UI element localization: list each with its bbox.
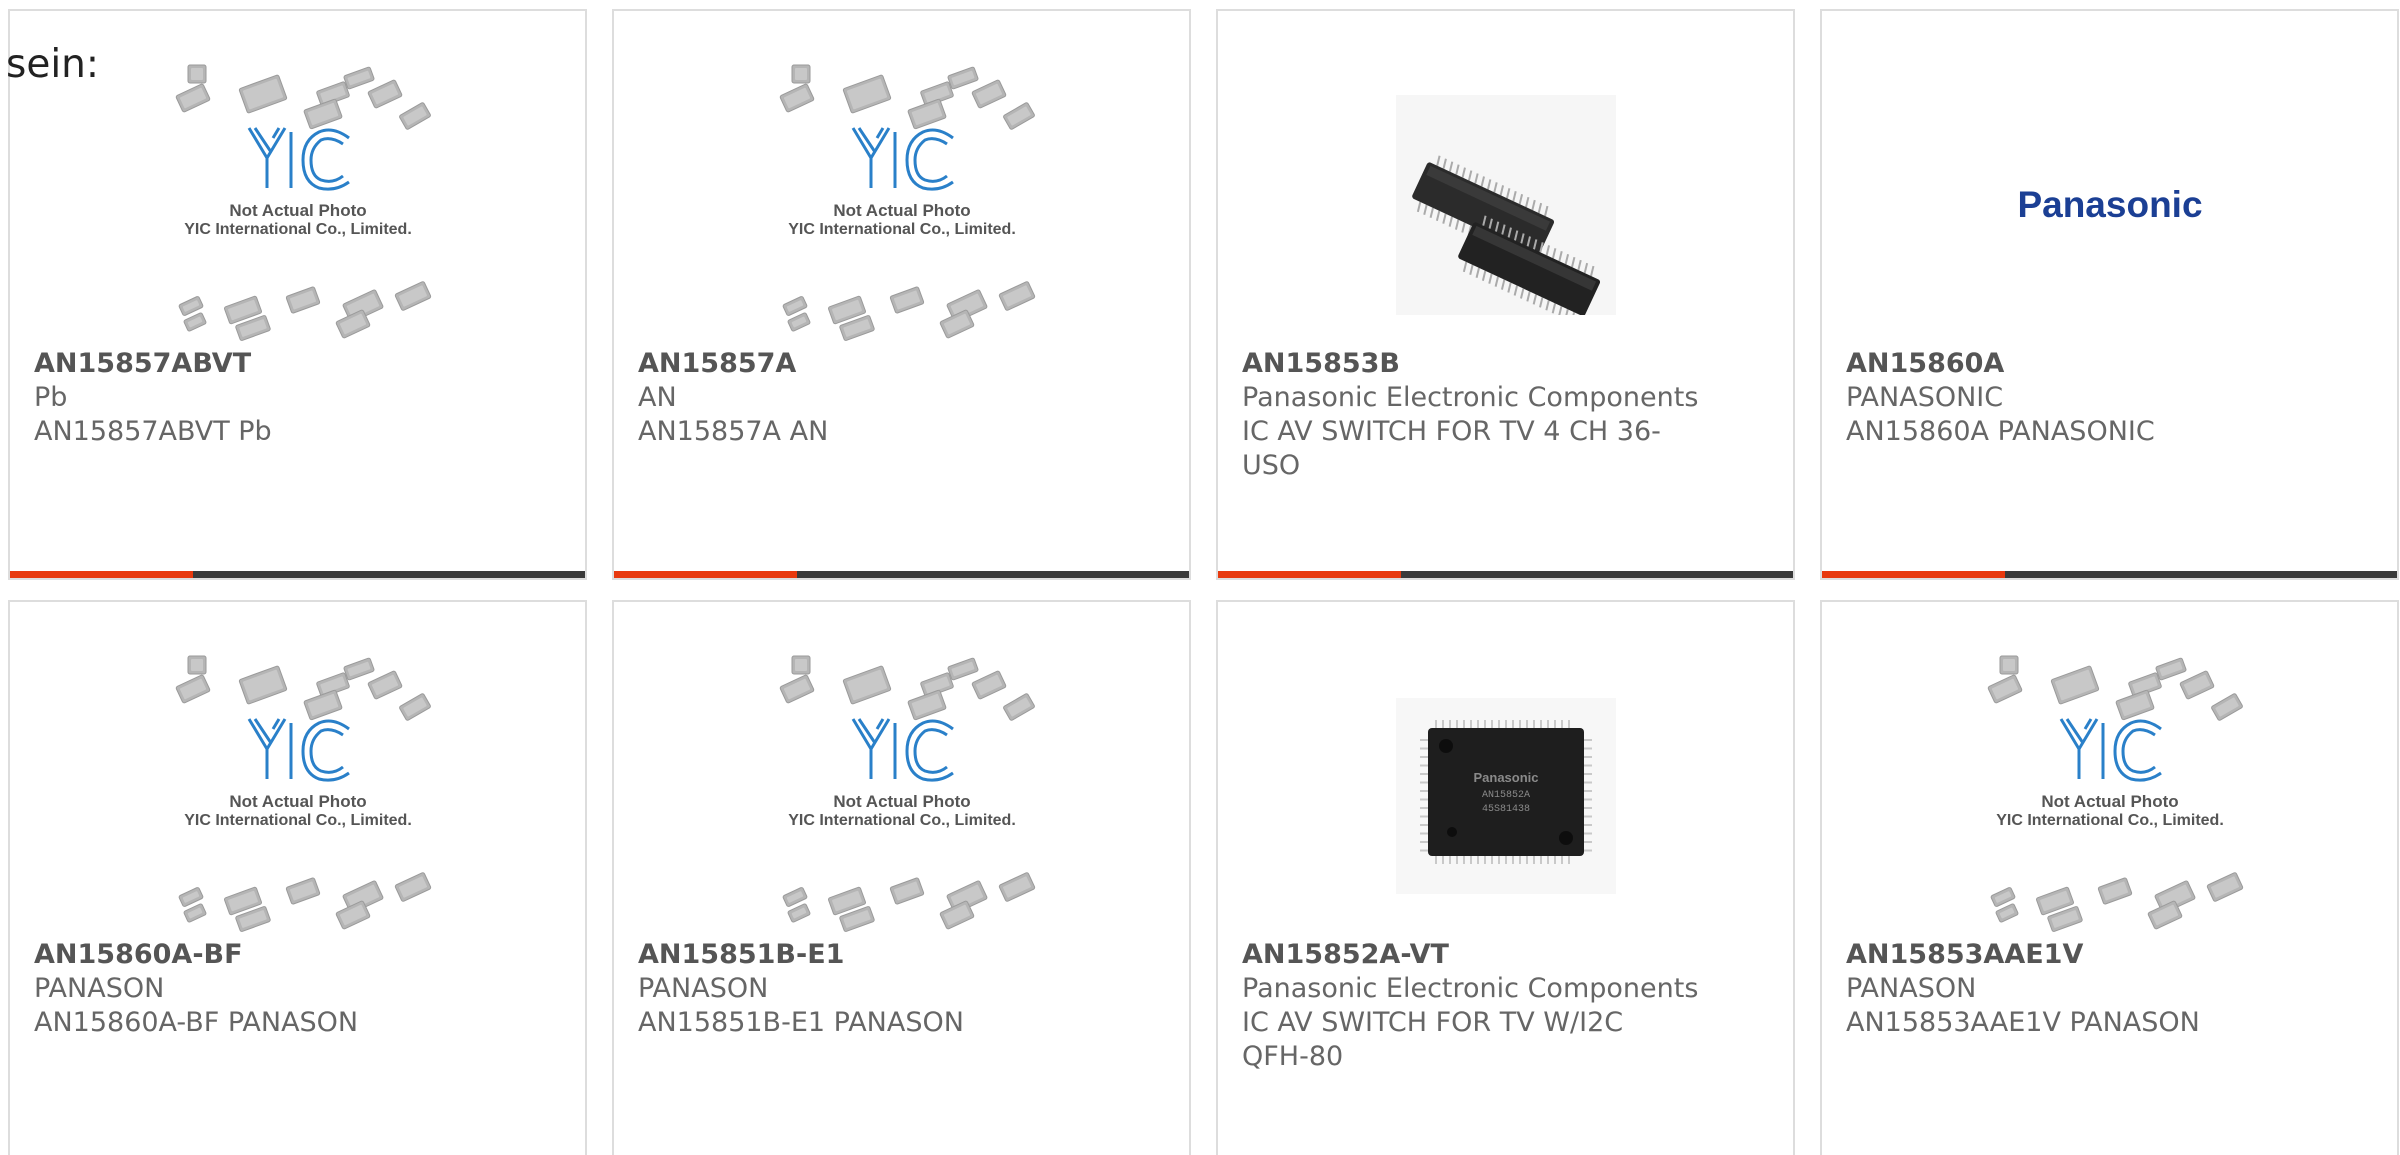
product-description: IC AV SWITCH FOR TV W/I2C QFH-80 (1242, 1007, 1624, 1072)
page-heading: sein: (6, 42, 100, 87)
svg-text:YIC International Co., Limited: YIC International Co., Limited. (788, 221, 1016, 238)
not-actual-photo-placeholder-image[interactable]: Not Actual Photo YIC International Co., L… (10, 59, 585, 351)
svg-text:Not Actual Photo: Not Actual Photo (833, 201, 970, 220)
card-bottom-bar (1218, 571, 1793, 578)
manufacturer: AN (638, 382, 677, 413)
product-info: AN15860A PANASONIC AN15860A PANASONIC (1846, 347, 2373, 449)
part-number[interactable]: AN15852A-VT (1242, 938, 1769, 972)
qfp-chip-photo[interactable]: Panasonic AN15852A 45S81438 (1218, 650, 1793, 942)
yic-logo (851, 718, 954, 782)
card-bottom-bar (614, 571, 1189, 578)
yic-logo (2059, 718, 2162, 782)
panasonic-logo-image[interactable]: Panasonic (1822, 59, 2397, 351)
product-grid: Not Actual Photo YIC International Co., L… (8, 9, 2399, 1155)
manufacturer: Panasonic Electronic Components (1242, 382, 1699, 413)
product-info: AN15853B Panasonic Electronic Components… (1242, 347, 1769, 483)
product-info: AN15853AAE1V PANASON AN15853AAE1V PANASO… (1846, 938, 2373, 1040)
product-info: AN15857ABVT Pb AN15857ABVT Pb (34, 347, 561, 449)
not-actual-photo-placeholder-image[interactable]: Not Actual Photo YIC International Co., L… (10, 650, 585, 942)
svg-text:YIC International Co., Limited: YIC International Co., Limited. (184, 812, 412, 829)
part-number[interactable]: AN15853AAE1V (1846, 938, 2373, 972)
product-info: AN15857A AN AN15857A AN (638, 347, 1165, 449)
manufacturer: Pb (34, 382, 68, 413)
part-number[interactable]: AN15857ABVT (34, 347, 561, 381)
product-description: AN15851B-E1 PANASON (638, 1007, 964, 1038)
product-card[interactable]: Not Actual Photo YIC International Co., L… (1820, 600, 2399, 1155)
not-actual-photo-placeholder-image[interactable]: Not Actual Photo YIC International Co., L… (614, 59, 1189, 351)
manufacturer: PANASONIC (1846, 382, 2004, 413)
manufacturer: Panasonic Electronic Components (1242, 973, 1699, 1004)
product-description: AN15853AAE1V PANASON (1846, 1007, 2200, 1038)
product-card[interactable]: Panasonic AN15852A 45S81438 AN15852A-VT … (1216, 600, 1795, 1155)
svg-text:Panasonic: Panasonic (1473, 770, 1538, 785)
yic-logo (247, 718, 350, 782)
svg-text:YIC International Co., Limited: YIC International Co., Limited. (184, 221, 412, 238)
svg-text:AN15852A: AN15852A (1481, 790, 1529, 801)
product-info: AN15851B-E1 PANASON AN15851B-E1 PANASON (638, 938, 1165, 1040)
not-actual-photo-placeholder-image[interactable]: Not Actual Photo YIC International Co., L… (614, 650, 1189, 942)
yic-logo (851, 127, 954, 191)
svg-text:Panasonic: Panasonic (2017, 184, 2202, 225)
svg-text:Not Actual Photo: Not Actual Photo (229, 201, 366, 220)
product-info: AN15860A-BF PANASON AN15860A-BF PANASON (34, 938, 561, 1040)
part-number[interactable]: AN15857A (638, 347, 1165, 381)
manufacturer: PANASON (638, 973, 769, 1004)
product-info: AN15852A-VT Panasonic Electronic Compone… (1242, 938, 1769, 1074)
product-card[interactable]: Not Actual Photo YIC International Co., L… (612, 9, 1191, 580)
product-card[interactable]: AN15853B Panasonic Electronic Components… (1216, 9, 1795, 580)
product-card[interactable]: Not Actual Photo YIC International Co., L… (8, 600, 587, 1155)
part-number[interactable]: AN15860A (1846, 347, 2373, 381)
ssop-chip-photo[interactable] (1218, 59, 1793, 351)
manufacturer: PANASON (1846, 973, 1977, 1004)
svg-text:Not Actual Photo: Not Actual Photo (229, 792, 366, 811)
product-description: IC AV SWITCH FOR TV 4 CH 36-USO (1242, 416, 1661, 481)
part-number[interactable]: AN15860A-BF (34, 938, 561, 972)
manufacturer: PANASON (34, 973, 165, 1004)
card-accent-bar (1822, 571, 2005, 578)
not-actual-photo-placeholder-image[interactable]: Not Actual Photo YIC International Co., L… (1822, 650, 2397, 942)
card-accent-bar (10, 571, 193, 578)
card-accent-bar (1218, 571, 1401, 578)
svg-text:YIC International Co., Limited: YIC International Co., Limited. (1996, 812, 2224, 829)
svg-text:Not Actual Photo: Not Actual Photo (2041, 792, 2178, 811)
product-description: AN15860A-BF PANASON (34, 1007, 359, 1038)
svg-text:YIC International Co., Limited: YIC International Co., Limited. (788, 812, 1016, 829)
product-card[interactable]: Panasonic AN15860A PANASONIC AN15860A PA… (1820, 9, 2399, 580)
svg-text:Not Actual Photo: Not Actual Photo (833, 792, 970, 811)
card-accent-bar (614, 571, 797, 578)
product-card[interactable]: Not Actual Photo YIC International Co., L… (8, 9, 587, 580)
product-description: AN15857A AN (638, 416, 829, 447)
card-bottom-bar (10, 571, 585, 578)
part-number[interactable]: AN15851B-E1 (638, 938, 1165, 972)
card-bottom-bar (1822, 571, 2397, 578)
part-number[interactable]: AN15853B (1242, 347, 1769, 381)
product-description: AN15860A PANASONIC (1846, 416, 2155, 447)
product-card[interactable]: Not Actual Photo YIC International Co., L… (612, 600, 1191, 1155)
product-description: AN15857ABVT Pb (34, 416, 272, 447)
svg-text:45S81438: 45S81438 (1481, 804, 1529, 815)
yic-logo (247, 127, 350, 191)
